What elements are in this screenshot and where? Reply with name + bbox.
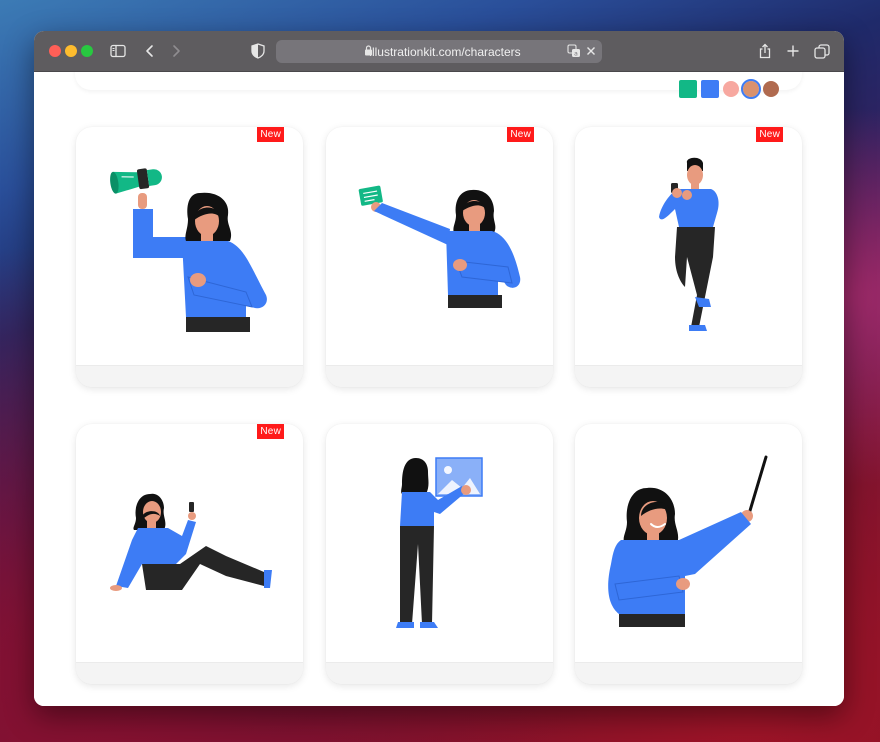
browser-window: illustrationkit.com/characters a New New… (34, 31, 844, 706)
page-content: New New New New (34, 72, 844, 706)
card-footer (575, 662, 802, 684)
address-bar[interactable]: illustrationkit.com/characters a (276, 40, 602, 63)
back-arrow-icon[interactable] (140, 41, 160, 61)
woman-sitting-with-phone-illustration (110, 493, 272, 591)
card-footer (575, 365, 802, 387)
illustration-card[interactable] (575, 424, 802, 684)
forward-arrow-icon[interactable] (166, 41, 186, 61)
woman-holding-note-illustration (358, 185, 521, 308)
tab-overview-icon[interactable] (812, 41, 832, 61)
illustration-card[interactable] (326, 424, 553, 684)
card-footer (326, 662, 553, 684)
minimize-window-button[interactable] (65, 45, 77, 57)
man-using-phone-illustration (659, 157, 719, 331)
card-footer (76, 662, 303, 684)
card-footer (76, 365, 303, 387)
share-icon[interactable] (755, 41, 775, 61)
svg-text:a: a (574, 50, 578, 57)
woman-with-pointer-illustration (608, 455, 768, 627)
privacy-shield-icon[interactable] (248, 41, 268, 61)
swatch-green[interactable] (679, 80, 697, 98)
sidebar-toggle-icon[interactable] (108, 41, 128, 61)
close-window-button[interactable] (49, 45, 61, 57)
translate-icon[interactable]: a (567, 44, 581, 61)
illustration-card[interactable]: New (76, 424, 303, 684)
close-icon[interactable] (585, 45, 597, 60)
illustration-card[interactable]: New (326, 127, 553, 387)
swatch-skin-light[interactable] (723, 81, 739, 97)
illustration-card[interactable]: New (76, 127, 303, 387)
card-footer (326, 365, 553, 387)
lock-icon (364, 45, 373, 59)
swatch-skin-medium[interactable] (741, 79, 761, 99)
new-tab-icon[interactable] (783, 41, 803, 61)
browser-toolbar: illustrationkit.com/characters a (34, 31, 844, 72)
url-text: illustrationkit.com/characters (369, 44, 521, 59)
zoom-window-button[interactable] (81, 45, 93, 57)
swatch-skin-dark[interactable] (763, 81, 779, 97)
swatch-blue[interactable] (701, 80, 719, 98)
color-swatches (679, 79, 779, 99)
illustration-card[interactable]: New (575, 127, 802, 387)
woman-with-megaphone-illustration (110, 168, 267, 332)
woman-with-picture-illustration (396, 457, 483, 628)
